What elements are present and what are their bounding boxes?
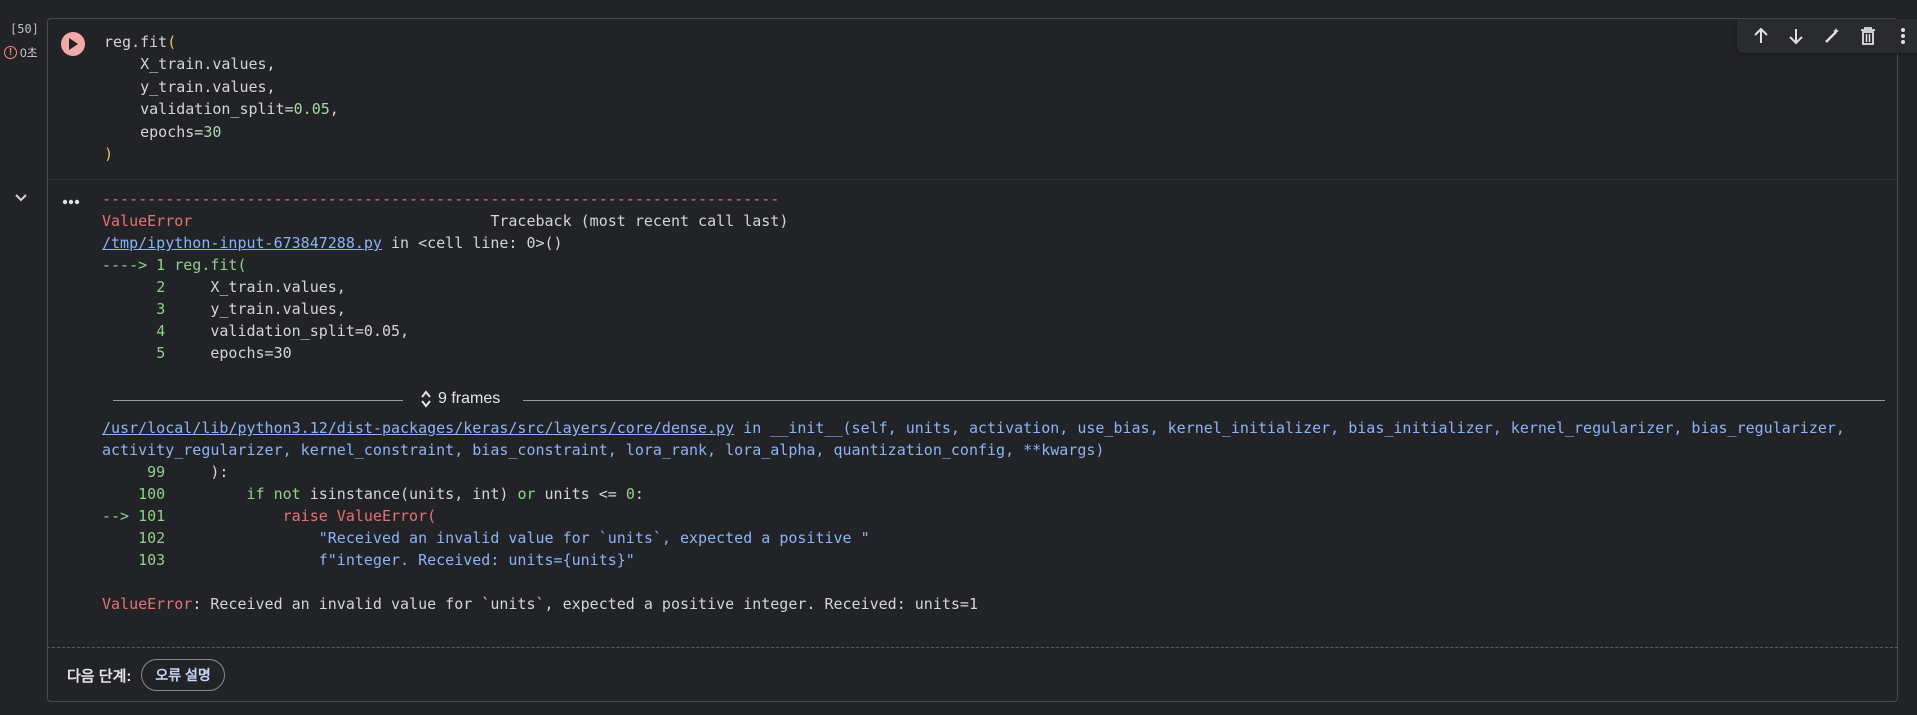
frames-divider-right (523, 400, 1885, 401)
final-error-message: : Received an invalid value for `units`,… (192, 595, 978, 613)
context-line: "Received an invalid value for `units`, … (318, 529, 870, 547)
move-down-arrow-icon[interactable] (1784, 24, 1808, 48)
error-status-icon: ! (4, 46, 17, 59)
output-actions-more-horiz-icon[interactable] (62, 192, 80, 210)
library-traceback: /usr/local/lib/python3.12/dist-packages/… (102, 419, 1845, 613)
context-line: validation_split=0.05, (210, 322, 410, 340)
input-file-link[interactable]: /tmp/ipython-input-673847288.py (102, 234, 382, 252)
raise-line: raise ValueError( (282, 507, 437, 525)
current-line-arrow: ----> 1 (102, 256, 175, 274)
code-line: X_train.values, (104, 55, 276, 74)
error-line-arrow: --> (102, 507, 139, 525)
frames-count-label: 9 frames (438, 390, 501, 407)
code-line: reg.fit( (104, 33, 177, 51)
traceback-output: ----------------------------------------… (102, 190, 789, 362)
library-file-link[interactable]: /usr/local/lib/python3.12/dist-packages/… (102, 419, 734, 437)
explain-error-chip[interactable]: 오류 설명 (141, 659, 225, 691)
collapse-output-chevron-down-icon[interactable] (14, 190, 28, 208)
error-name: ValueError (102, 212, 193, 230)
delete-trash-icon[interactable] (1856, 24, 1880, 48)
next-steps-divider (47, 647, 1898, 648)
execution-count: [50] (10, 22, 39, 36)
next-steps-bar: 다음 단계: 오류 설명 (67, 659, 225, 691)
code-output-divider (48, 179, 1897, 180)
frames-divider-left (113, 400, 403, 401)
execution-time: 0초 (20, 46, 38, 60)
function-signature: in __init__(self, units, activation, use… (734, 419, 1845, 437)
code-line: ) (104, 145, 114, 164)
current-line-code: reg.fit( (174, 256, 247, 274)
execution-status: ! 0초 (4, 44, 38, 61)
traceback-separator: ----------------------------------------… (102, 190, 780, 208)
play-icon (69, 38, 78, 50)
context-line: epochs=30 (210, 344, 292, 362)
move-up-arrow-icon[interactable] (1749, 24, 1773, 48)
edit-magic-icon[interactable] (1820, 24, 1844, 48)
traceback-header: Traceback (most recent call last) (490, 212, 789, 230)
final-error-name: ValueError (102, 595, 193, 613)
code-line: validation_split=0.05, (104, 100, 339, 119)
cell-location: <cell line: 0>() (418, 234, 563, 252)
collapsed-frames[interactable]: 9 frames (113, 389, 1885, 413)
cell-toolbar (1737, 19, 1917, 53)
run-cell-button[interactable] (61, 32, 85, 56)
function-signature-cont: activity_regularizer, kernel_constraint,… (102, 441, 1105, 459)
next-steps-label: 다음 단계: (67, 667, 132, 685)
context-line: y_train.values, (210, 300, 346, 318)
context-line: f"integer. Received: units={units}" (318, 551, 635, 569)
context-line: ): (210, 463, 229, 481)
unfold-more-icon (421, 390, 431, 408)
frames-toggle-button[interactable]: 9 frames (420, 389, 500, 409)
context-line: X_train.values, (210, 278, 346, 296)
code-line: epochs=30 (104, 122, 222, 141)
code-line: y_train.values, (104, 77, 276, 96)
code-editor[interactable]: reg.fit( X_train.values, y_train.values,… (104, 31, 339, 165)
more-vert-icon[interactable] (1891, 24, 1915, 48)
